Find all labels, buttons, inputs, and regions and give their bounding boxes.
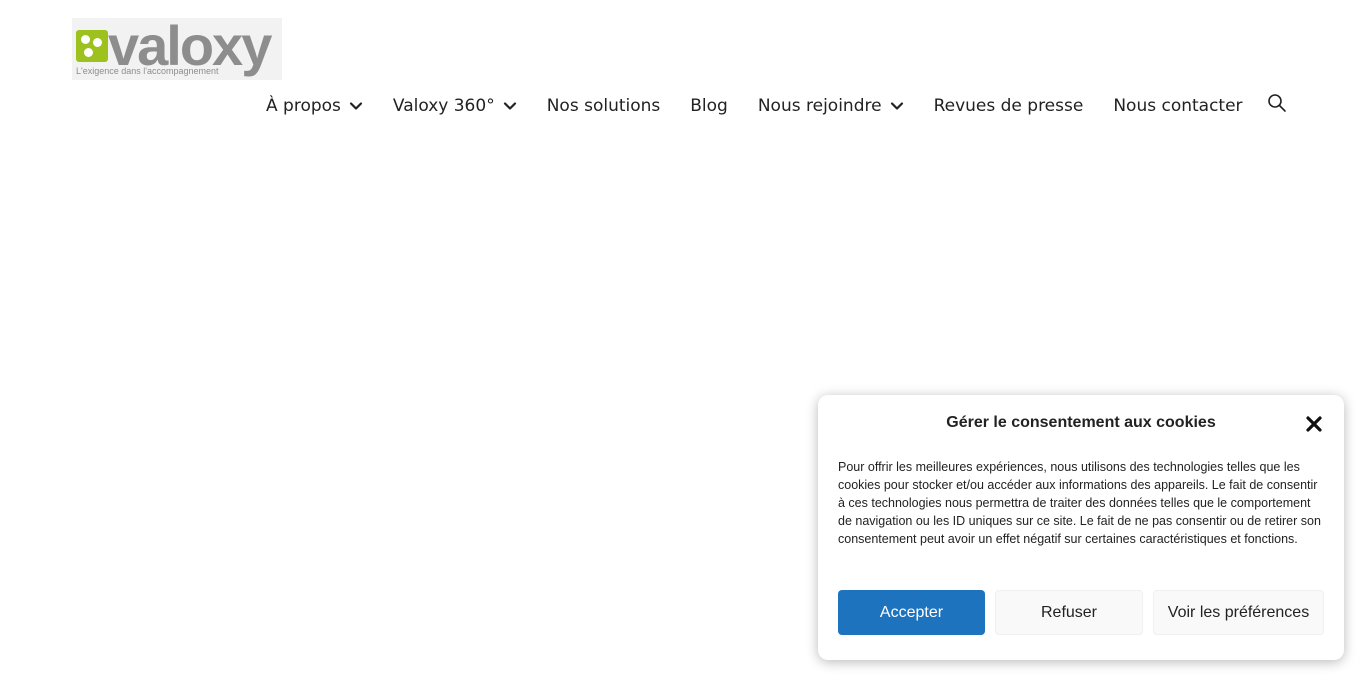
cookie-dialog-title: Gérer le consentement aux cookies [946,414,1216,431]
cookie-consent-dialog: Gérer le consentement aux cookies Pour o… [818,395,1344,660]
logo-mark-icon [76,30,108,62]
close-icon[interactable] [1305,415,1323,433]
nav-item-nous-contacter[interactable]: Nous contacter [1113,96,1242,116]
nav-item-label: Nos solutions [546,96,661,116]
nav-item-label: Valoxy 360° [392,96,495,116]
nav-item-label: À propos [266,96,341,116]
nav-item-label: Blog [690,96,728,116]
nav-item-revues-de-presse[interactable]: Revues de presse [934,96,1084,116]
chevron-down-icon [349,99,363,113]
nav-item-label: Nous rejoindre [757,96,882,116]
nav-item-valoxy-360[interactable]: Valoxy 360° [393,96,517,116]
main-navigation: À propos Valoxy 360° Nos solutions Blog … [266,92,1273,120]
chevron-down-icon [503,99,517,113]
nav-item-a-propos[interactable]: À propos [266,96,363,116]
accept-button[interactable]: Accepter [838,590,985,635]
search-icon[interactable] [1267,93,1287,113]
site-logo[interactable]: valoxy L'exigence dans l'accompagnement [72,16,282,80]
chevron-down-icon [890,99,904,113]
nav-item-nous-rejoindre[interactable]: Nous rejoindre [758,96,904,116]
nav-item-blog[interactable]: Blog [690,96,728,116]
nav-item-label: Nous contacter [1113,96,1243,116]
refuse-button[interactable]: Refuser [995,590,1143,635]
nav-item-label: Revues de presse [933,96,1084,116]
logo-tagline: L'exigence dans l'accompagnement [76,66,219,76]
nav-item-nos-solutions[interactable]: Nos solutions [547,96,661,116]
cookie-dialog-text: Pour offrir les meilleures expériences, … [838,460,1321,546]
view-preferences-button[interactable]: Voir les préférences [1153,590,1324,635]
